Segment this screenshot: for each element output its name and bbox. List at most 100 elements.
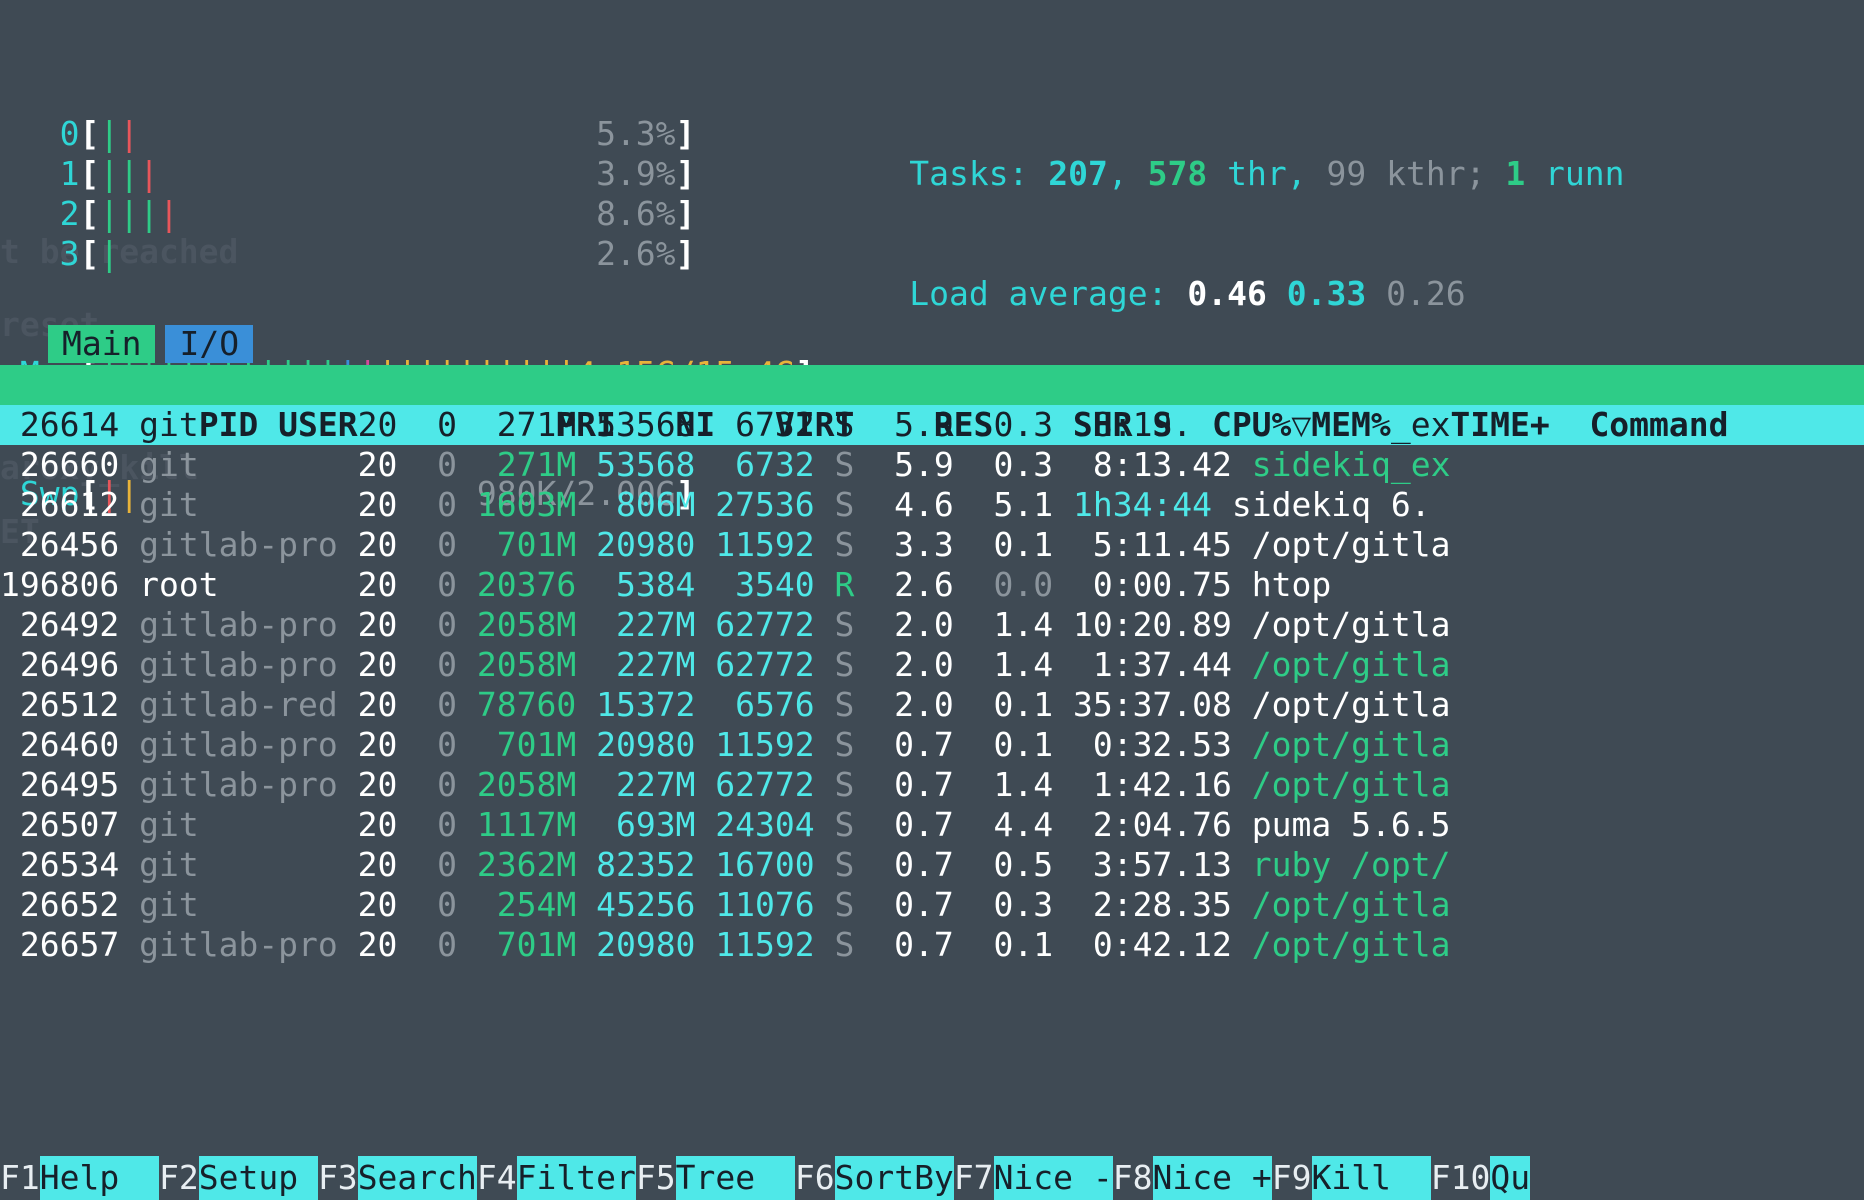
- fkey-label-nice[interactable]: Nice +: [1153, 1156, 1272, 1200]
- fkey-label-kill[interactable]: Kill: [1312, 1156, 1431, 1200]
- cell-pid: 26512: [0, 685, 119, 724]
- fkey-f1[interactable]: F1: [0, 1156, 40, 1200]
- table-row[interactable]: 26612 git 20 0 1603M 806M 27536 S 4.6 5.…: [0, 485, 1864, 525]
- cell-cpu: 2.0: [854, 645, 953, 684]
- cell-virt: 1117M: [457, 805, 576, 844]
- table-header-sort-column[interactable]: CPU%▽MEM%: [1192, 405, 1391, 444]
- cell-virt: 2362M: [457, 845, 576, 884]
- table-row[interactable]: 26495 gitlab-pro 20 0 2058M 227M 62772 S…: [0, 765, 1864, 805]
- fkey-f3[interactable]: F3: [318, 1156, 358, 1200]
- fkey-f8[interactable]: F8: [1113, 1156, 1153, 1200]
- cell-command: /opt/gitla: [1252, 525, 1451, 564]
- cell-pri: 20: [338, 885, 398, 924]
- cell-state: R: [835, 565, 855, 604]
- tab-io[interactable]: I/O: [165, 325, 253, 363]
- fkey-label-setup[interactable]: Setup: [199, 1156, 318, 1200]
- thread-label: thr,: [1207, 154, 1326, 193]
- cell-time: 8:13.42: [1053, 445, 1232, 484]
- fkey-label-filter[interactable]: Filter: [517, 1156, 636, 1200]
- load-average-label: Load average:: [909, 274, 1187, 313]
- cell-virt: 2058M: [457, 605, 576, 644]
- table-row[interactable]: 26460 gitlab-pro 20 0 701M 20980 11592 S…: [0, 725, 1864, 765]
- fkey-label-help[interactable]: Help: [40, 1156, 159, 1200]
- cell-command: /opt/gitla: [1252, 885, 1451, 924]
- cell-pid: 26652: [0, 885, 119, 924]
- cell-ni: 0: [397, 485, 457, 524]
- table-row[interactable]: 26657 gitlab-pro 20 0 701M 20980 11592 S…: [0, 925, 1864, 965]
- fkey-f10[interactable]: F10: [1431, 1156, 1491, 1200]
- cell-pri: 20: [338, 925, 398, 964]
- fkey-label-tree[interactable]: Tree: [676, 1156, 795, 1200]
- cell-mem: 0.1: [954, 525, 1053, 564]
- fkey-f6[interactable]: F6: [795, 1156, 835, 1200]
- load-average-1min: 0.46: [1187, 274, 1266, 313]
- cell-pri: 20: [338, 645, 398, 684]
- cell-state: S: [835, 605, 855, 644]
- cell-mem: 5.1: [954, 485, 1053, 524]
- cell-pid: 26495: [0, 765, 119, 804]
- table-row[interactable]: 26652 git 20 0 254M 45256 11076 S 0.7 0.…: [0, 885, 1864, 925]
- kthread-count: 99: [1326, 154, 1366, 193]
- cell-pri: 20: [338, 805, 398, 844]
- load-average-5min: 0.33: [1287, 274, 1366, 313]
- cell-virt: 701M: [457, 925, 576, 964]
- cell-virt: 2058M: [457, 645, 576, 684]
- fkey-label-search[interactable]: Search: [358, 1156, 477, 1200]
- cell-res: 5384: [576, 565, 695, 604]
- cell-ni: 0: [397, 765, 457, 804]
- table-row[interactable]: 26507 git 20 0 1117M 693M 24304 S 0.7 4.…: [0, 805, 1864, 845]
- table-row[interactable]: 26492 gitlab-pro 20 0 2058M 227M 62772 S…: [0, 605, 1864, 645]
- cell-shr: 6576: [695, 685, 814, 724]
- table-row[interactable]: 26534 git 20 0 2362M 82352 16700 S 0.7 0…: [0, 845, 1864, 885]
- fkey-label-sortby[interactable]: SortBy: [835, 1156, 954, 1200]
- cell-cpu: 0.7: [854, 845, 953, 884]
- cell-mem: 0.5: [954, 845, 1053, 884]
- cell-command: htop: [1252, 565, 1331, 604]
- cell-cpu: 0.7: [854, 885, 953, 924]
- table-row[interactable]: 26512 gitlab-red 20 0 78760 15372 6576 S…: [0, 685, 1864, 725]
- cell-command: /opt/gitla: [1252, 605, 1451, 644]
- cell-cpu: 2.0: [854, 685, 953, 724]
- table-header-row[interactable]: PID USER PRI NI VIRT RES SHR S CPU%▽MEM%…: [0, 365, 1864, 405]
- tab-main[interactable]: Main: [48, 325, 155, 363]
- table-row[interactable]: 26660 git 20 0 271M 53568 6732 S 5.9 0.3…: [0, 445, 1864, 485]
- table-row[interactable]: 26496 gitlab-pro 20 0 2058M 227M 62772 S…: [0, 645, 1864, 685]
- table-row[interactable]: 196806 root 20 0 20376 5384 3540 R 2.6 0…: [0, 565, 1864, 605]
- meter-cpu-0: 0[|| 5.3%]: [0, 114, 815, 154]
- kthread-label: kthr;: [1366, 154, 1505, 193]
- tasks-count: 207: [1048, 154, 1108, 193]
- cell-state: S: [835, 885, 855, 924]
- cell-pri: 20: [338, 525, 398, 564]
- fkey-f9[interactable]: F9: [1272, 1156, 1312, 1200]
- cell-cpu: 0.7: [854, 765, 953, 804]
- cell-pid: 26456: [0, 525, 119, 564]
- fkey-f4[interactable]: F4: [477, 1156, 517, 1200]
- cell-virt: 20376: [457, 565, 576, 604]
- fkey-label-qu[interactable]: Qu: [1490, 1156, 1530, 1200]
- cell-pri: 20: [338, 445, 398, 484]
- fkey-f7[interactable]: F7: [954, 1156, 994, 1200]
- table-body: 26614 git 20 0 271M 53568 6732 S 5.9 0.3…: [0, 405, 1864, 965]
- cell-ni: 0: [397, 805, 457, 844]
- cell-mem: 1.4: [954, 605, 1053, 644]
- fkey-label-nice[interactable]: Nice -: [994, 1156, 1113, 1200]
- cell-command: /opt/gitla: [1252, 925, 1451, 964]
- cell-mem: 0.1: [954, 925, 1053, 964]
- cell-mem: 0.1: [954, 725, 1053, 764]
- cell-state: S: [835, 805, 855, 844]
- cell-shr: 3540: [695, 565, 814, 604]
- cell-time: 1:37.44: [1053, 645, 1232, 684]
- tasks-row: Tasks: 207, 578 thr, 99 kthr; 1 runn: [790, 114, 1625, 154]
- cell-res: 15372: [576, 685, 695, 724]
- cell-pri: 20: [338, 765, 398, 804]
- cell-cpu: 3.3: [854, 525, 953, 564]
- cell-time: 5:11.45: [1053, 525, 1232, 564]
- cell-user: git: [139, 885, 338, 924]
- cell-user: gitlab-pro: [139, 765, 338, 804]
- fkey-f5[interactable]: F5: [636, 1156, 676, 1200]
- meter-cpu-3: 3[| 2.6%]: [0, 234, 815, 274]
- fkey-f2[interactable]: F2: [159, 1156, 199, 1200]
- cell-shr: 6732: [695, 445, 814, 484]
- table-row[interactable]: 26456 gitlab-pro 20 0 701M 20980 11592 S…: [0, 525, 1864, 565]
- cell-pid: 26460: [0, 725, 119, 764]
